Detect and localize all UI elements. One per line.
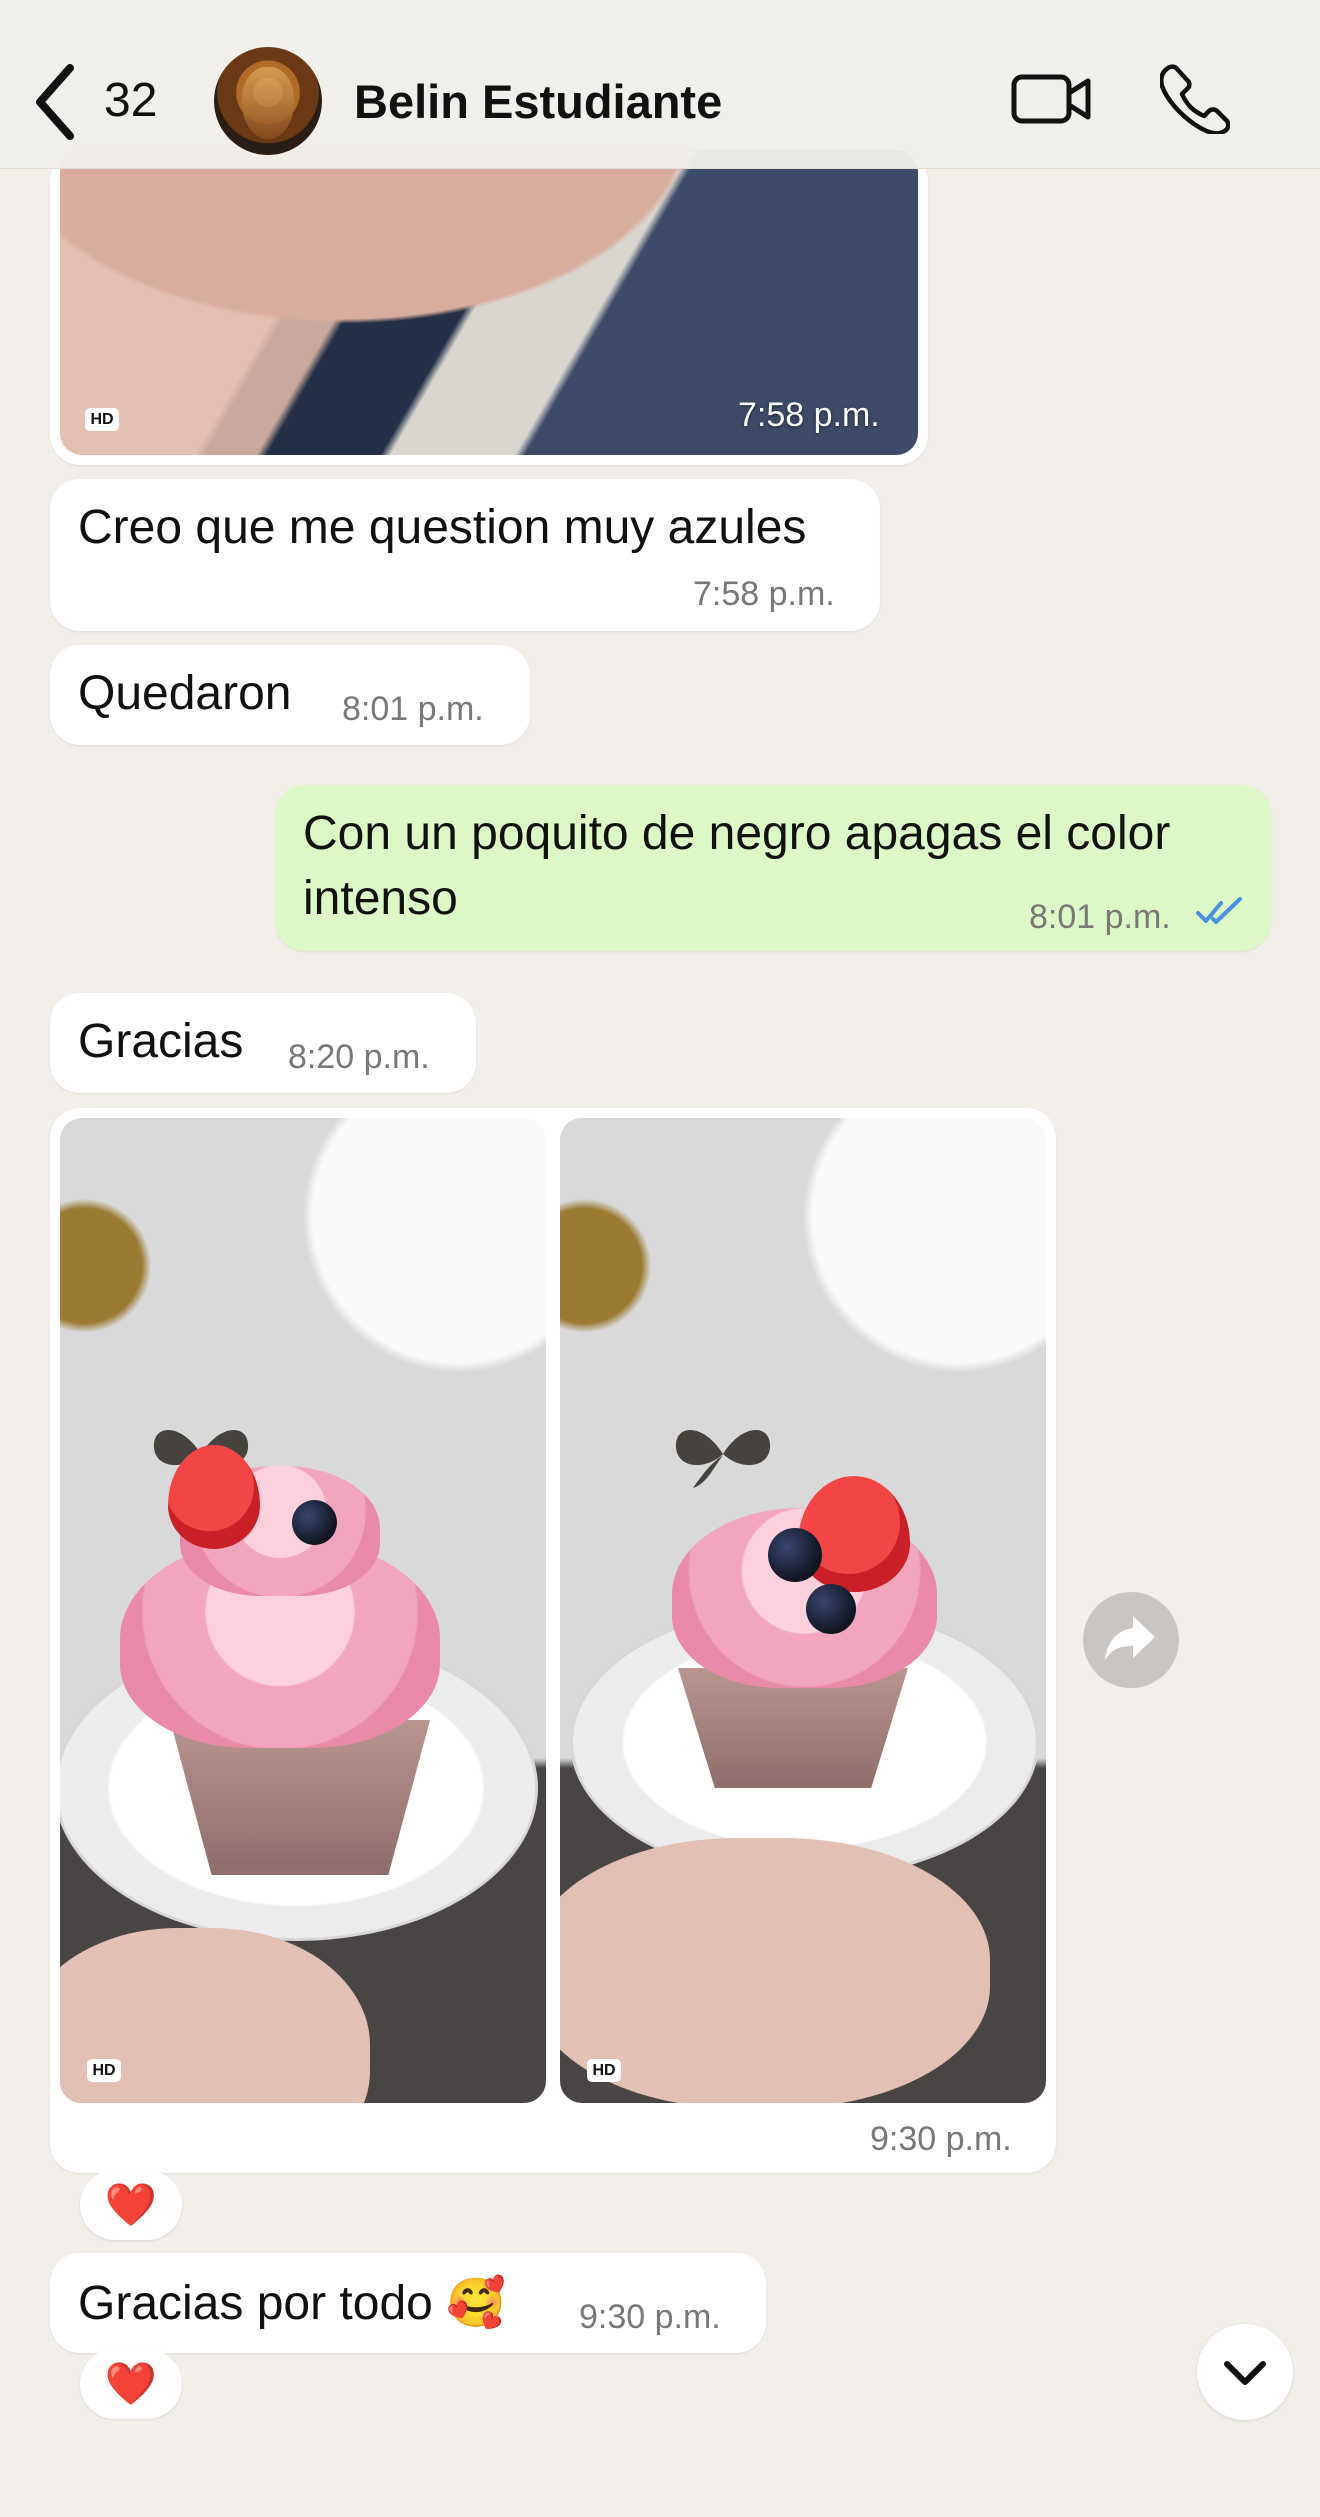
hd-badge: HD — [87, 2059, 121, 2082]
message-image-bubble[interactable]: HD 7:58 p.m. — [50, 150, 928, 465]
message-bubble[interactable]: Quedaron 8:01 p.m. — [50, 645, 530, 745]
message-text: Creo que me question muy azules — [78, 501, 807, 554]
message-text-line-2: intenso — [303, 872, 458, 925]
message-time: 8:01 p.m. — [1029, 898, 1171, 936]
hand — [560, 1838, 990, 2103]
video-camera-icon[interactable] — [1010, 69, 1094, 129]
chat-header: 32 Belin Estudiante — [0, 0, 1320, 169]
message-time: 7:58 p.m. — [738, 396, 880, 434]
contact-avatar[interactable] — [214, 47, 322, 155]
share-forward-icon — [1105, 1616, 1155, 1660]
forward-button[interactable] — [1083, 1592, 1179, 1688]
phone-icon[interactable] — [1160, 64, 1230, 134]
message-time: 8:01 p.m. — [342, 690, 484, 728]
message-text-line-1: Con un poquito de negro apagas el color — [303, 807, 1171, 860]
message-bubble[interactable]: Gracias por todo 🥰 9:30 p.m. — [50, 2253, 766, 2353]
sent-message-bubble[interactable]: Con un poquito de negro apagas el color … — [275, 785, 1271, 951]
heart-reaction[interactable]: ❤️ — [80, 2349, 182, 2419]
chevron-down-icon — [1224, 2361, 1266, 2385]
image-group-bubble[interactable]: HD HD 9:30 p.m. — [50, 1108, 1056, 2173]
message-time: 8:20 p.m. — [288, 1038, 430, 1076]
scroll-down-button[interactable] — [1197, 2324, 1293, 2420]
message-bubble[interactable]: Gracias 8:20 p.m. — [50, 993, 476, 1093]
cupcake-photo-left[interactable] — [60, 1118, 546, 2103]
message-time: 9:30 p.m. — [579, 2298, 721, 2336]
message-text: Gracias — [78, 1015, 244, 1068]
strawberry — [798, 1476, 910, 1592]
hd-badge: HD — [85, 408, 119, 431]
double-check-icon — [1196, 897, 1242, 924]
cupcake-photo-right[interactable] — [560, 1118, 1046, 2103]
message-text: Quedaron — [78, 667, 292, 720]
back-count[interactable]: 32 — [104, 73, 157, 128]
blueberry — [768, 1528, 822, 1582]
message-text: Gracias por todo 🥰 — [78, 2277, 506, 2330]
heart-reaction[interactable]: ❤️ — [80, 2170, 182, 2240]
message-time: 9:30 p.m. — [870, 2120, 1012, 2158]
blueberry — [292, 1500, 337, 1545]
blueberry — [806, 1584, 856, 1634]
message-time: 7:58 p.m. — [693, 575, 835, 613]
contact-name[interactable]: Belin Estudiante — [354, 74, 722, 129]
hd-badge: HD — [587, 2059, 621, 2082]
chevron-left-icon[interactable] — [30, 62, 80, 142]
message-bubble[interactable]: Creo que me question muy azules 7:58 p.m… — [50, 479, 880, 631]
butterfly-decoration — [675, 1429, 771, 1488]
